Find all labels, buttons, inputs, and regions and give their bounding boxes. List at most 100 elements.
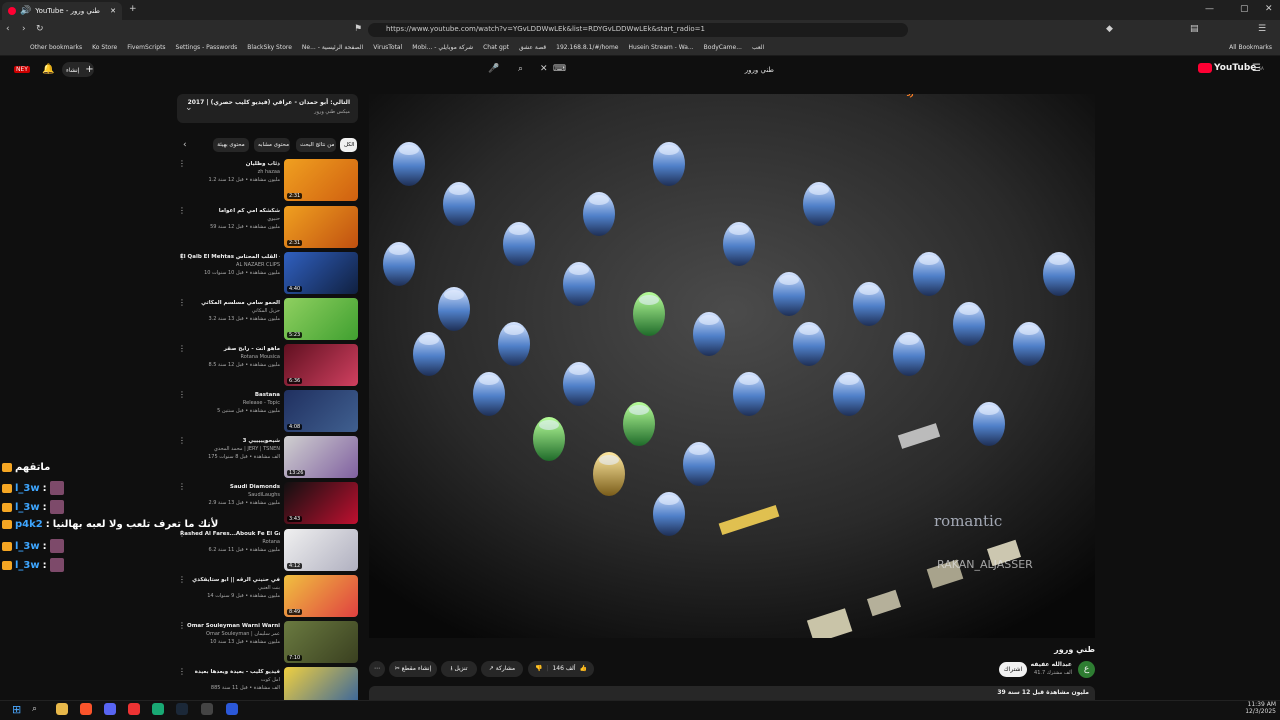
channel-avatar[interactable]: ع bbox=[1078, 661, 1095, 678]
recommended-video[interactable]: ⋮ ذئاب وظليان zh hazaa 1.2 مليون مشاهدة • ق… bbox=[178, 159, 360, 203]
bookmark-item[interactable]: BlackSky Store bbox=[247, 44, 292, 51]
mic-icon[interactable]: 🎤 bbox=[488, 64, 499, 74]
minimize-icon[interactable]: — bbox=[1205, 4, 1214, 14]
channel-name[interactable]: حنيوي bbox=[180, 216, 280, 222]
bookmark-item[interactable]: Other bookmarks bbox=[30, 44, 82, 51]
video-title[interactable]: في حنيني الرقه || ابو ستايفكذي bbox=[180, 577, 280, 583]
video-thumbnail[interactable]: 8:49 bbox=[284, 575, 358, 617]
bookmark-item[interactable]: BodyCame... bbox=[704, 44, 742, 51]
video-title[interactable]: ذئاب وظليان bbox=[180, 161, 280, 167]
channel-name[interactable]: حزيل المكاتي bbox=[180, 308, 280, 314]
bookmark-item[interactable]: Chat gpt bbox=[483, 44, 509, 51]
chip-filter[interactable]: محتوى مشابه bbox=[254, 138, 290, 152]
search-input[interactable]: طني ورور bbox=[552, 62, 782, 78]
video-thumbnail[interactable]: 7:10 bbox=[284, 621, 358, 663]
channel-name[interactable]: SaudiLaughs bbox=[180, 492, 280, 498]
search-icon[interactable]: ⌕ bbox=[32, 704, 37, 714]
reload-icon[interactable]: ↻ bbox=[36, 24, 44, 34]
bookmark-item[interactable]: Ne... - الصفحة الرئيسية bbox=[302, 44, 363, 51]
avatar[interactable]: NEY bbox=[14, 66, 30, 73]
channel-name[interactable]: zh hazaa bbox=[180, 169, 280, 175]
close-tab-icon[interactable]: ✕ bbox=[110, 7, 116, 15]
bookmark-item[interactable]: Husein Stream - Wa... bbox=[629, 44, 694, 51]
clock[interactable]: 11:39 AM 12/3/2025 bbox=[1244, 701, 1276, 715]
search-icon[interactable]: ⌕ bbox=[518, 64, 523, 74]
sidebar-icon[interactable]: ▤ bbox=[1190, 24, 1199, 34]
close-window-icon[interactable]: ✕ bbox=[1265, 4, 1273, 14]
recommended-video[interactable]: ⋮ شكشكه امي كم اعواما حنيوي 59 مليون مشاهدة… bbox=[178, 206, 360, 250]
clear-search-icon[interactable]: ✕ bbox=[540, 64, 548, 74]
clip-button[interactable]: ✂ إنشاء مقطع bbox=[389, 661, 437, 677]
playlist-queue-panel[interactable]: ⌄ التالي: أبو حمدان - عراقي (فيديو كليب … bbox=[177, 94, 358, 123]
channel-name[interactable]: Omar Souleyman | عمر سليمان bbox=[180, 631, 280, 637]
bookmark-item[interactable]: Mobi... - شركة موبايلي bbox=[412, 44, 473, 51]
settings-icon[interactable] bbox=[201, 703, 213, 715]
video-player[interactable]: romantic RAKAN_ALJASSER 🐦 bbox=[369, 94, 1095, 638]
hamburger-menu-icon[interactable]: ☰ bbox=[1252, 63, 1261, 74]
chevron-left-icon[interactable]: ‹ bbox=[183, 140, 187, 150]
chip-filter[interactable]: من نتائج البحث bbox=[296, 138, 336, 152]
recommended-video[interactable]: ⋮ الحمو سامي مسلسم المكاتي حزيل المكاتي 3.2… bbox=[178, 298, 360, 342]
channel-name[interactable]: Rotana bbox=[180, 539, 280, 545]
new-tab-icon[interactable]: + bbox=[129, 4, 137, 14]
audio-icon[interactable]: 🔊 bbox=[20, 6, 31, 16]
bookmark-page-icon[interactable]: ⚑ bbox=[354, 24, 362, 34]
back-icon[interactable]: ‹ bbox=[6, 24, 10, 34]
video-title[interactable]: فيديو كليب - بعيدة وبعدها بعيدة bbox=[180, 669, 280, 675]
extensions-icon[interactable]: ◆ bbox=[1106, 24, 1113, 34]
create-button[interactable]: إنشاء + bbox=[62, 62, 94, 77]
description-box[interactable]: 39 مليون مشاهدة قبل 12 سنة bbox=[369, 686, 1095, 700]
address-bar[interactable]: https://www.youtube.com/watch?v=YGvLDDWw… bbox=[368, 23, 908, 37]
maximize-icon[interactable]: ▢ bbox=[1240, 4, 1249, 14]
bookmark-item[interactable]: العب bbox=[752, 44, 764, 51]
recommended-video[interactable]: ⋮ Omar Souleyman Warni Warni Omar Souleyma… bbox=[178, 621, 360, 665]
video-title[interactable]: Saudi Diamonds bbox=[180, 484, 280, 490]
recommended-video[interactable]: ⋮ ماهو انت - رابح صقر Rotana Mousica 8.5 مل… bbox=[178, 344, 360, 388]
channel-name[interactable]: AL NAZAER CLIPS bbox=[180, 262, 280, 268]
video-thumbnail[interactable]: 4:08 bbox=[284, 390, 358, 432]
dislike-icon[interactable]: 👎 bbox=[535, 661, 542, 677]
channel-name[interactable]: Rotana Mousica bbox=[180, 354, 280, 360]
discord-icon[interactable] bbox=[104, 703, 116, 715]
recommended-video[interactable]: ⋮ في حنيني الرقه || ابو ستايفكذي بنت العنب… bbox=[178, 575, 360, 619]
bookmark-item[interactable]: Settings - Passwords bbox=[176, 44, 238, 51]
more-actions-button[interactable]: ⋯ bbox=[369, 661, 385, 677]
video-thumbnail[interactable]: 3:43 bbox=[284, 482, 358, 524]
subscribe-button[interactable]: اشتراك bbox=[999, 662, 1027, 677]
video-title[interactable]: El Qalb El Mehtas بلبل - القلب المحتاس bbox=[180, 254, 280, 260]
browser-tab[interactable]: 🔊 YouTube - طني ورور ✕ bbox=[2, 2, 122, 20]
share-button[interactable]: ↗ مشاركة bbox=[481, 661, 523, 677]
bookmark-item[interactable]: 192.168.8.1/#/home bbox=[556, 44, 618, 51]
app-icon[interactable] bbox=[152, 703, 164, 715]
steam-icon[interactable] bbox=[176, 703, 188, 715]
forward-icon[interactable]: › bbox=[22, 24, 26, 34]
recommended-video[interactable]: ⋮ شيحويييييي 3 محمد المحدي | JERY | TSNEN 1… bbox=[178, 436, 360, 480]
like-count[interactable]: 146 ألف bbox=[552, 661, 575, 677]
video-title[interactable]: Rashed Al Fares...Abouk Fe El Gannah | ر… bbox=[180, 531, 280, 537]
video-thumbnail[interactable]: 2:31 bbox=[284, 159, 358, 201]
like-icon[interactable]: 👍 bbox=[580, 661, 587, 677]
video-thumbnail[interactable]: 6:36 bbox=[284, 344, 358, 386]
bookmark-item[interactable]: قصة عشق bbox=[519, 44, 546, 51]
video-title[interactable]: Bastana bbox=[180, 392, 280, 398]
video-title[interactable]: شكشكه امي كم اعواما bbox=[180, 208, 280, 214]
channel-name[interactable]: عبدالله عفيفه bbox=[1031, 661, 1072, 668]
recommended-video[interactable]: ⋮ Bastana Release - Topic 5 مليون مشاهدة • … bbox=[178, 390, 360, 434]
bookmark-item[interactable]: Ko Store bbox=[92, 44, 117, 51]
bookmark-item[interactable]: FivemScripts bbox=[127, 44, 165, 51]
video-thumbnail[interactable]: 4:40 bbox=[284, 252, 358, 294]
menu-icon[interactable]: ☰ bbox=[1258, 24, 1266, 34]
recommended-video[interactable]: ⋮Rashed Al Fares...Abouk Fe El Gannah | … bbox=[178, 529, 360, 573]
video-title[interactable]: Omar Souleyman Warni Warni bbox=[180, 623, 280, 629]
app-icon[interactable] bbox=[226, 703, 238, 715]
video-title[interactable]: الحمو سامي مسلسم المكاتي bbox=[180, 300, 280, 306]
video-title[interactable]: شيحويييييي 3 bbox=[180, 438, 280, 444]
video-thumbnail[interactable]: 5:23 bbox=[284, 298, 358, 340]
channel-name[interactable]: أمل كوت bbox=[180, 677, 280, 683]
video-thumbnail[interactable]: 4:12 bbox=[284, 529, 358, 571]
video-title[interactable]: ماهو انت - رابح صقر bbox=[180, 346, 280, 352]
file-explorer-icon[interactable] bbox=[56, 703, 68, 715]
chip-filter[interactable]: محتوى بهيئة bbox=[213, 138, 249, 152]
channel-name[interactable]: محمد المحدي | JERY | TSNEN bbox=[180, 446, 280, 452]
channel-name[interactable]: بنت العنبي bbox=[180, 585, 280, 591]
